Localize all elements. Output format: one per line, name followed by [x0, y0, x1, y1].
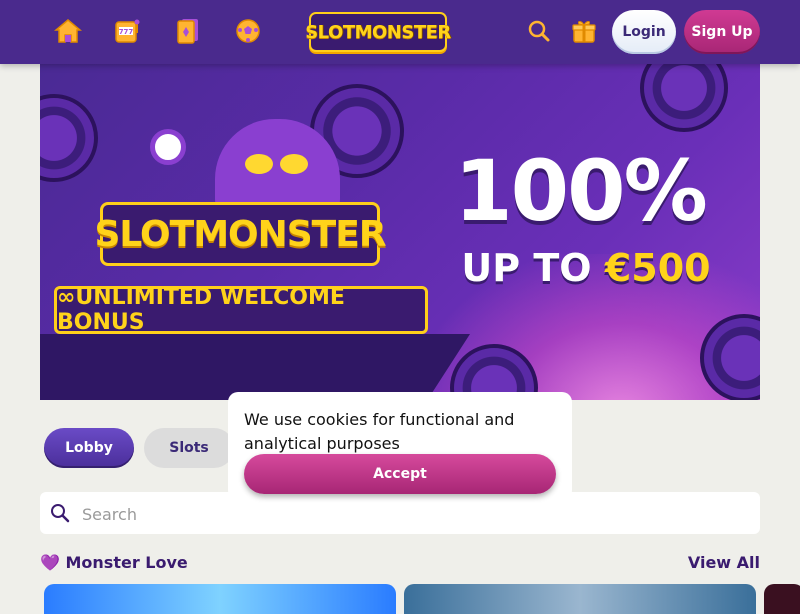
section-title: 💜 Monster Love: [40, 553, 188, 572]
banner-subline-amount: €500: [604, 246, 711, 290]
cards-icon[interactable]: [173, 16, 203, 46]
svg-text:777: 777: [119, 28, 134, 36]
banner-bonus: ∞UNLIMITED WELCOME BONUS: [54, 285, 428, 335]
search-icon[interactable]: [524, 16, 554, 46]
banner-brand: SLOTMONSTER: [94, 202, 387, 266]
top-header: 777 SLOTMONSTER Login Sign Up: [0, 0, 800, 64]
gift-icon[interactable]: [569, 16, 599, 46]
banner-subline: UP TO €500: [436, 246, 736, 290]
cookie-message: We use cookies for functional and analyt…: [244, 410, 515, 453]
home-icon[interactable]: [53, 16, 83, 46]
banner-headline: 100%: [454, 142, 708, 240]
monster-antenna-eye: [150, 129, 186, 165]
search-input[interactable]: [80, 498, 744, 530]
tab-slots[interactable]: Slots: [144, 428, 234, 468]
tab-lobby[interactable]: Lobby: [44, 428, 134, 468]
monster-eye: [280, 154, 308, 174]
banner-subline-prefix: UP TO: [461, 246, 605, 290]
view-all-link[interactable]: View All: [688, 553, 760, 572]
game-thumbnail[interactable]: [44, 584, 396, 614]
accept-cookies-button[interactable]: Accept: [244, 454, 556, 494]
game-thumbnail[interactable]: [764, 584, 800, 614]
logo-text: SLOTMONSTER: [305, 21, 451, 43]
casino-chip-image: [640, 64, 728, 132]
slot-machine-icon[interactable]: 777: [112, 16, 142, 46]
casino-chip-image: [40, 94, 98, 182]
cookie-consent-popup: We use cookies for functional and analyt…: [228, 392, 572, 500]
soccer-ball-icon[interactable]: [233, 16, 263, 46]
game-thumbnail[interactable]: [404, 584, 756, 614]
banner-brand-text: SLOTMONSTER: [94, 213, 386, 255]
signup-button[interactable]: Sign Up: [684, 10, 760, 54]
search-icon: [50, 503, 70, 523]
login-button[interactable]: Login: [612, 10, 676, 54]
monster-eye: [245, 154, 273, 174]
logo[interactable]: SLOTMONSTER: [305, 12, 451, 52]
promo-banner[interactable]: SLOTMONSTER ∞UNLIMITED WELCOME BONUS 100…: [40, 64, 760, 400]
banner-bonus-text: ∞UNLIMITED WELCOME BONUS: [57, 285, 345, 335]
